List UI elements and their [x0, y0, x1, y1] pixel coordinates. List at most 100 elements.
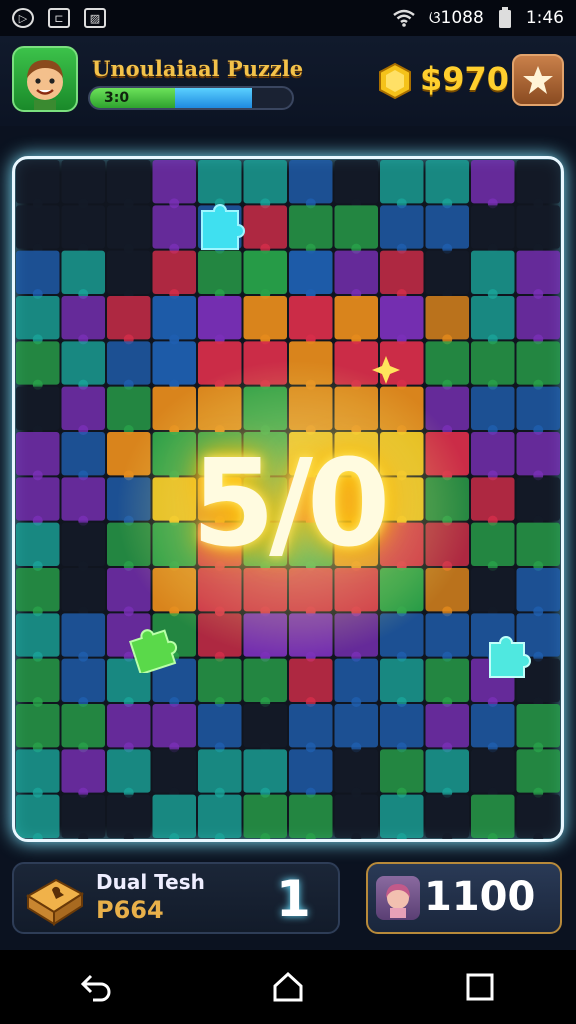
inventory-panel[interactable]: Dual Tesh P664 1: [12, 862, 340, 934]
puzzle-tile: [152, 250, 196, 294]
puzzle-tile: [243, 658, 287, 702]
puzzle-tile: [107, 749, 151, 793]
app-notification-icon: ▷: [12, 8, 34, 28]
puzzle-tile: [243, 205, 287, 249]
puzzle-tile: [61, 386, 105, 430]
score-panel[interactable]: 1100: [366, 862, 562, 934]
back-icon: [80, 974, 111, 1002]
puzzle-tile: [107, 386, 151, 430]
puzzle-tile: [380, 205, 424, 249]
puzzle-tile: [471, 386, 515, 430]
game-title: Unoulaiaal Puzzle: [92, 56, 304, 81]
puzzle-tile: [471, 568, 515, 612]
image-icon: ▨: [84, 8, 106, 28]
puzzle-tile: [198, 749, 242, 793]
puzzle-tile: [425, 250, 469, 294]
home-button[interactable]: [264, 963, 312, 1011]
puzzle-tile: [61, 160, 105, 204]
xp-label: 3:0: [104, 90, 130, 106]
puzzle-tile: [516, 160, 560, 204]
puzzle-tile: [334, 250, 378, 294]
puzzle-tile: [243, 250, 287, 294]
puzzle-tile: [16, 794, 60, 838]
puzzle-tile: [61, 296, 105, 340]
puzzle-tile: [16, 160, 60, 204]
puzzle-tile: [380, 658, 424, 702]
puzzle-tile: [61, 341, 105, 385]
puzzle-tile: [198, 704, 242, 748]
player-avatar[interactable]: [12, 46, 78, 112]
score-display: 5/0: [191, 435, 391, 574]
puzzle-tile: [61, 658, 105, 702]
puzzle-tile: [334, 704, 378, 748]
puzzle-tile: [198, 160, 242, 204]
back-button[interactable]: [72, 963, 120, 1011]
puzzle-tile: [152, 160, 196, 204]
puzzle-tile: [425, 341, 469, 385]
puzzle-tile: [152, 749, 196, 793]
puzzle-tile: [516, 296, 560, 340]
puzzle-tile: [425, 160, 469, 204]
puzzle-tile: [107, 704, 151, 748]
puzzle-tile: [61, 568, 105, 612]
puzzle-tile: [471, 704, 515, 748]
puzzle-tile: [152, 704, 196, 748]
puzzle-tile: [16, 704, 60, 748]
puzzle-tile: [243, 749, 287, 793]
puzzle-tile: [16, 568, 60, 612]
puzzle-tile: [16, 658, 60, 702]
loose-piece-green[interactable]: [127, 621, 179, 673]
puzzle-tile: [425, 658, 469, 702]
star-button[interactable]: [512, 54, 564, 106]
puzzle-tile: [471, 205, 515, 249]
avatar-face-icon: [27, 60, 63, 110]
puzzle-tile: [380, 296, 424, 340]
puzzle-tile: [380, 749, 424, 793]
puzzle-tile: [198, 794, 242, 838]
puzzle-tile: [425, 749, 469, 793]
puzzle-tile: [289, 794, 333, 838]
puzzle-tile: [289, 658, 333, 702]
xp-fill-blue: [174, 88, 252, 108]
recents-button[interactable]: [456, 963, 504, 1011]
puzzle-tile: [16, 749, 60, 793]
puzzle-tile: [334, 205, 378, 249]
puzzle-tile: [516, 704, 560, 748]
puzzle-tile: [198, 658, 242, 702]
puzzle-tile: [152, 794, 196, 838]
loose-piece-cyan[interactable]: [197, 199, 247, 253]
score-value: 1100: [424, 874, 536, 920]
puzzle-tile: [516, 794, 560, 838]
puzzle-tile: [107, 341, 151, 385]
inventory-count: 1: [276, 870, 311, 928]
puzzle-tile: [425, 613, 469, 657]
puzzle-board[interactable]: 5/0: [12, 156, 564, 842]
puzzle-tile: [380, 704, 424, 748]
star-icon: [523, 66, 553, 94]
loose-piece-teal[interactable]: [485, 631, 533, 681]
puzzle-tile: [380, 250, 424, 294]
sparkle-icon: [372, 356, 400, 384]
puzzle-tile: [334, 749, 378, 793]
puzzle-tile: [16, 250, 60, 294]
puzzle-tile: [16, 296, 60, 340]
puzzle-tile: [107, 296, 151, 340]
puzzle-tile: [243, 296, 287, 340]
puzzle-tile: [471, 160, 515, 204]
puzzle-tile: [107, 250, 151, 294]
status-right: ଓ1088 1:46: [393, 7, 564, 29]
wifi-icon: [393, 9, 415, 27]
status-text: ଓ1088: [428, 8, 484, 28]
puzzle-tile: [516, 568, 560, 612]
puzzle-tile: [516, 386, 560, 430]
puzzle-tile: [471, 794, 515, 838]
inventory-code: P664: [96, 896, 164, 924]
puzzle-tile: [198, 296, 242, 340]
puzzle-tile: [61, 749, 105, 793]
puzzle-tile: [16, 613, 60, 657]
puzzle-tile: [471, 296, 515, 340]
player-avatar-icon: [376, 876, 420, 920]
puzzle-tile: [471, 250, 515, 294]
inventory-title: Dual Tesh: [96, 870, 205, 894]
puzzle-tile: [61, 794, 105, 838]
